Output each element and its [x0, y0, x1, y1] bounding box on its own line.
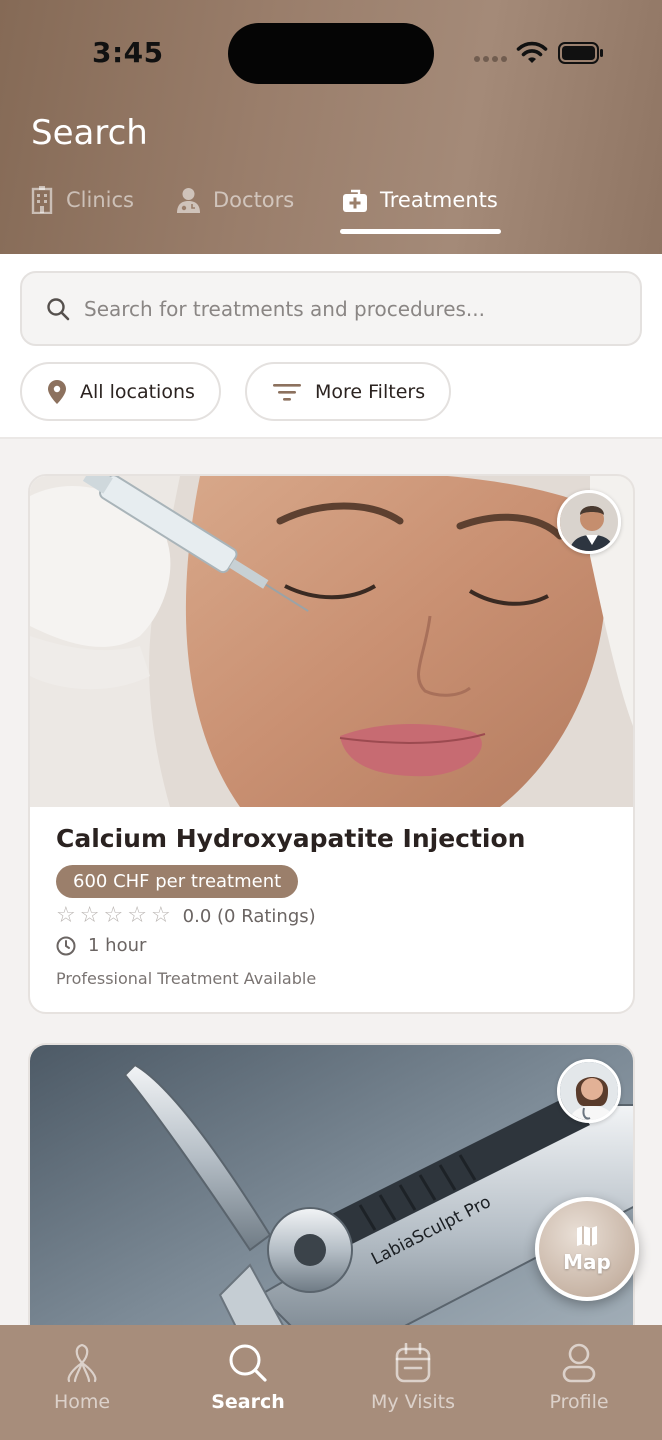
clock-icon	[56, 936, 76, 955]
search-area: Search for treatments and procedures... …	[0, 254, 662, 439]
rating-row: ☆ ☆ ☆ ☆ ☆ 0.0 (0 Ratings)	[56, 905, 316, 927]
nav-my-visits[interactable]: My Visits	[343, 1343, 483, 1413]
star-icon: ☆	[150, 903, 171, 928]
battery-icon	[558, 42, 603, 64]
more-filters-label: More Filters	[315, 380, 426, 403]
more-filters-button[interactable]: More Filters	[245, 362, 452, 421]
treatment-title: Calcium Hydroxyapatite Injection	[56, 824, 526, 853]
filter-lines-icon	[273, 383, 301, 401]
status-time: 3:45	[92, 36, 164, 69]
treatment-image: LabiaSculpt Pro	[30, 1045, 633, 1371]
nav-my-visits-label: My Visits	[370, 1391, 456, 1413]
treatment-image	[30, 476, 633, 807]
nav-search-label: Search	[211, 1391, 285, 1413]
medkit-icon	[343, 189, 367, 212]
tab-treatments[interactable]: Treatments	[342, 180, 498, 220]
search-placeholder: Search for treatments and procedures...	[84, 296, 485, 321]
tab-bar: Clinics Doctors Treatments	[0, 180, 662, 236]
star-icon: ☆	[79, 903, 100, 928]
map-icon	[577, 1226, 597, 1246]
location-filter-button[interactable]: All locations	[20, 362, 221, 421]
doctor-avatar[interactable]	[557, 490, 621, 554]
treatment-card[interactable]: Calcium Hydroxyapatite Injection 600 CHF…	[28, 474, 635, 1014]
availability-text: Professional Treatment Available	[56, 969, 317, 988]
search-input[interactable]: Search for treatments and procedures...	[20, 271, 642, 346]
tab-treatments-label: Treatments	[380, 188, 498, 212]
search-icon	[47, 297, 70, 320]
doctor-avatar[interactable]	[557, 1059, 621, 1123]
location-filter-label: All locations	[80, 380, 195, 403]
nav-profile[interactable]: Profile	[509, 1343, 649, 1413]
nav-profile-label: Profile	[549, 1391, 609, 1413]
tab-clinics[interactable]: Clinics	[30, 180, 134, 220]
price-badge: 600 CHF per treatment	[56, 865, 299, 898]
building-icon	[31, 186, 53, 214]
star-icon: ☆	[103, 903, 124, 928]
tab-doctors-label: Doctors	[213, 188, 295, 212]
signal-icon	[474, 56, 507, 62]
duration-text: 1 hour	[88, 935, 147, 956]
calendar-icon	[395, 1343, 431, 1383]
profile-icon	[562, 1343, 596, 1383]
tab-clinics-label: Clinics	[66, 188, 134, 212]
map-button-label: Map	[563, 1250, 611, 1274]
active-tab-indicator	[340, 229, 501, 234]
treatment-card[interactable]: LabiaSculpt Pro	[28, 1043, 635, 1373]
location-pin-icon	[48, 379, 66, 404]
wifi-icon	[516, 41, 548, 63]
star-icon: ☆	[56, 903, 76, 928]
dynamic-island	[228, 23, 434, 84]
star-icon: ☆	[127, 903, 147, 928]
rating-text: 0.0 (0 Ratings)	[182, 905, 316, 927]
nav-search[interactable]: Search	[178, 1343, 318, 1413]
doctor-icon	[177, 188, 200, 213]
duration-row: 1 hour	[56, 935, 146, 956]
nav-home[interactable]: Home	[12, 1343, 152, 1413]
home-icon	[67, 1343, 97, 1383]
nav-home-label: Home	[53, 1391, 111, 1413]
search-icon	[229, 1344, 267, 1382]
header: 3:45 Search Clinics Doctors Treatments	[0, 0, 662, 254]
tab-doctors[interactable]: Doctors	[176, 180, 294, 220]
bottom-nav: Home Search My Visits Profile	[0, 1325, 662, 1440]
page-title: Search	[31, 113, 148, 153]
map-button[interactable]: Map	[535, 1197, 639, 1301]
